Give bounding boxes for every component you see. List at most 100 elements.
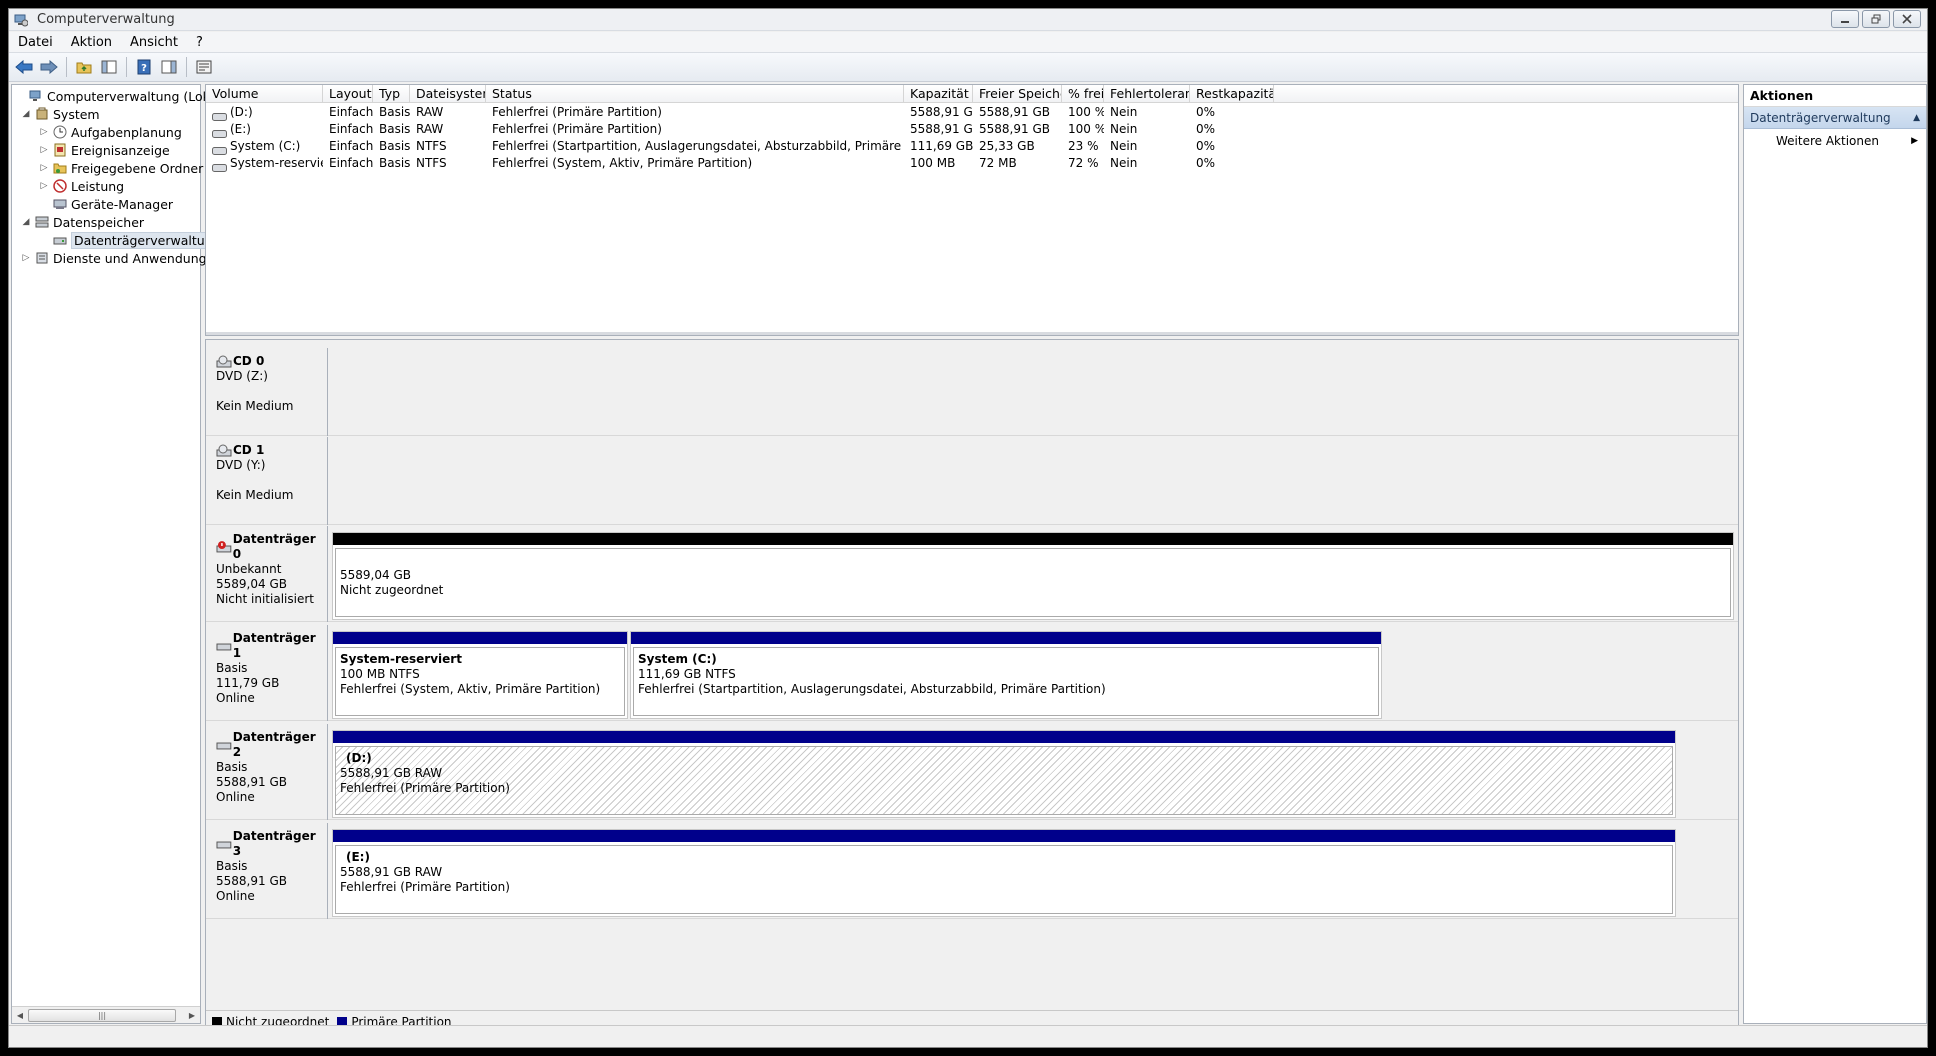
cd-drive-icon [216,355,232,367]
show-hide-action-pane-button[interactable] [158,56,180,78]
menu-bar: Datei Aktion Ansicht ? [9,32,1927,52]
scroll-right-icon[interactable]: ▶ [184,1011,200,1020]
partition-d[interactable]: (D:) 5588,91 GB RAW Fehlerfrei (Primäre … [332,730,1676,818]
title-bar: Computerverwaltung [9,9,1927,31]
disk-row-3[interactable]: Datenträger 3 Basis 5588,91 GB Online (E… [206,823,1738,919]
expand-triangle-icon[interactable]: ▷ [38,127,50,137]
scroll-thumb[interactable]: ||| [28,1008,176,1022]
help-button[interactable]: ? [133,56,155,78]
tree-item-task-scheduler[interactable]: ▷ Aufgabenplanung [38,123,182,141]
tree-item-services[interactable]: ▷ Dienste und Anwendungen [20,249,223,267]
disk-row-cd1[interactable]: CD 1 DVD (Y:) Kein Medium [206,437,1738,525]
computer-management-window: Computerverwaltung Datei Aktion Ansicht … [8,8,1928,1048]
back-button[interactable] [13,56,35,78]
column-header-filesystem[interactable]: Dateisystem [410,85,486,103]
close-button[interactable] [1893,10,1921,28]
column-header-layout[interactable]: Layout [323,85,373,103]
disk-icon [216,742,232,750]
system-tools-icon [34,106,50,122]
drive-icon [212,126,227,138]
up-folder-button[interactable] [73,56,95,78]
folder-up-icon [76,62,92,74]
expand-triangle-icon[interactable]: ▷ [38,145,50,155]
show-hide-tree-button[interactable] [98,56,120,78]
volume-row-system-reserved[interactable]: System-reserviert Einfach Basis NTFS Feh… [206,155,1738,172]
toolbar: ? [9,52,1927,82]
collapse-triangle-icon[interactable]: ◢ [20,109,32,119]
event-viewer-icon [52,142,68,158]
console-tree: Computerverwaltung (Lokal) ◢ System ▷ Au… [11,84,226,1024]
menu-datei[interactable]: Datei [9,35,62,50]
disk-row-cd0[interactable]: CD 0 DVD (Z:) Kein Medium [206,348,1738,436]
column-header-fault-tolerance[interactable]: Fehlertoleranz [1104,85,1190,103]
disk-row-1[interactable]: Datenträger 1 Basis 111,79 GB Online Sys… [206,625,1738,721]
tree-item-root[interactable]: Computerverwaltung (Lokal) [14,87,226,105]
disk-error-icon [216,541,232,553]
disk-info-2: Datenträger 2 Basis 5588,91 GB Online [206,724,328,820]
disk-row-2[interactable]: Datenträger 2 Basis 5588,91 GB Online (D… [206,724,1738,820]
forward-button[interactable] [38,56,60,78]
disk-row-0[interactable]: Datenträger 0 Unbekannt 5589,04 GB Nicht… [206,526,1738,622]
menu-help[interactable]: ? [187,35,212,50]
volume-row-c[interactable]: System (C:) Einfach Basis NTFS Fehlerfre… [206,138,1738,155]
partition-e[interactable]: (E:) 5588,91 GB RAW Fehlerfrei (Primäre … [332,829,1676,917]
disk-map: CD 0 DVD (Z:) Kein Medium CD 1 DVD (Y:) … [205,339,1739,1033]
forward-arrow-icon [40,60,58,74]
collapse-up-icon[interactable]: ▲ [1913,107,1920,129]
column-header-volume[interactable]: Volume [206,85,323,103]
drive-icon [212,143,227,155]
menu-ansicht[interactable]: Ansicht [121,35,187,50]
scroll-left-icon[interactable]: ◀ [12,1011,28,1020]
tree-item-system[interactable]: ◢ System [20,105,100,123]
tree-item-event-viewer[interactable]: ▷ Ereignisanzeige [38,141,170,159]
more-actions-item[interactable]: Weitere Aktionen ▶ [1744,129,1926,153]
properties-button[interactable] [193,56,215,78]
partition-system-reserved[interactable]: System-reserviert 100 MB NTFS Fehlerfrei… [332,631,628,719]
submenu-arrow-icon: ▶ [1911,136,1918,146]
collapse-triangle-icon[interactable]: ◢ [20,217,32,227]
volume-row-e[interactable]: (E:) Einfach Basis RAW Fehlerfrei (Primä… [206,121,1738,138]
restore-button[interactable] [1862,10,1890,28]
minimize-button[interactable] [1831,10,1859,28]
performance-icon [52,178,68,194]
partition-unallocated-disk0[interactable]: 5589,04 GB Nicht zugeordnet [332,532,1734,620]
disk-info-0: Datenträger 0 Unbekannt 5589,04 GB Nicht… [206,526,328,622]
tree-item-performance[interactable]: ▷ Leistung [38,177,125,195]
status-bar [9,1025,1927,1047]
selected-partition-hatch: (D:) 5588,91 GB RAW Fehlerfrei (Primäre … [335,746,1673,815]
tree-horizontal-scrollbar[interactable]: ◀ ||| ▶ [12,1006,200,1023]
window-title: Computerverwaltung [37,12,175,27]
svg-text:?: ? [141,63,147,74]
expand-triangle-icon[interactable]: ▷ [38,163,50,173]
column-header-type[interactable]: Typ [373,85,410,103]
tree-item-shared-folders[interactable]: ▷ Freigegebene Ordner [38,159,204,177]
actions-pane: Aktionen Datenträgerverwaltung ▲ Weitere… [1743,84,1927,1024]
help-book-icon: ? [137,59,151,75]
column-header-status[interactable]: Status [486,85,904,103]
computer-management-icon [28,88,44,104]
tree-item-storage[interactable]: ◢ Datenspeicher [20,213,145,231]
expand-triangle-icon[interactable]: ▷ [20,253,32,263]
drive-icon [212,109,227,121]
actions-section-disk-management[interactable]: Datenträgerverwaltung ▲ [1744,107,1926,129]
actions-title: Aktionen [1744,85,1926,107]
expand-triangle-icon[interactable]: ▷ [38,181,50,191]
tree-item-device-manager[interactable]: Geräte-Manager [38,195,173,213]
partition-system-c[interactable]: System (C:) 111,69 GB NTFS Fehlerfrei (S… [630,631,1382,719]
disk-icon [216,841,232,849]
pane-splitter[interactable] [206,332,1738,335]
console-tree-icon [101,60,117,74]
column-header-percent-free[interactable]: % frei [1062,85,1104,103]
disk-icon [216,643,232,651]
disk-info-cd1: CD 1 DVD (Y:) Kein Medium [206,437,328,525]
menu-aktion[interactable]: Aktion [62,35,121,50]
disk-info-1: Datenträger 1 Basis 111,79 GB Online [206,625,328,721]
tree-item-disk-management[interactable]: Datenträgerverwaltung [38,231,224,249]
action-pane-icon [161,60,177,74]
volume-list-header: Volume Layout Typ Dateisystem Status Kap… [206,85,1738,103]
volume-row-d[interactable]: (D:) Einfach Basis RAW Fehlerfrei (Primä… [206,104,1738,121]
column-header-capacity[interactable]: Kapazität [904,85,973,103]
computer-management-icon [13,12,29,28]
column-header-free-space[interactable]: Freier Speicher [973,85,1062,103]
column-header-overhead[interactable]: Restkapazität [1190,85,1274,103]
